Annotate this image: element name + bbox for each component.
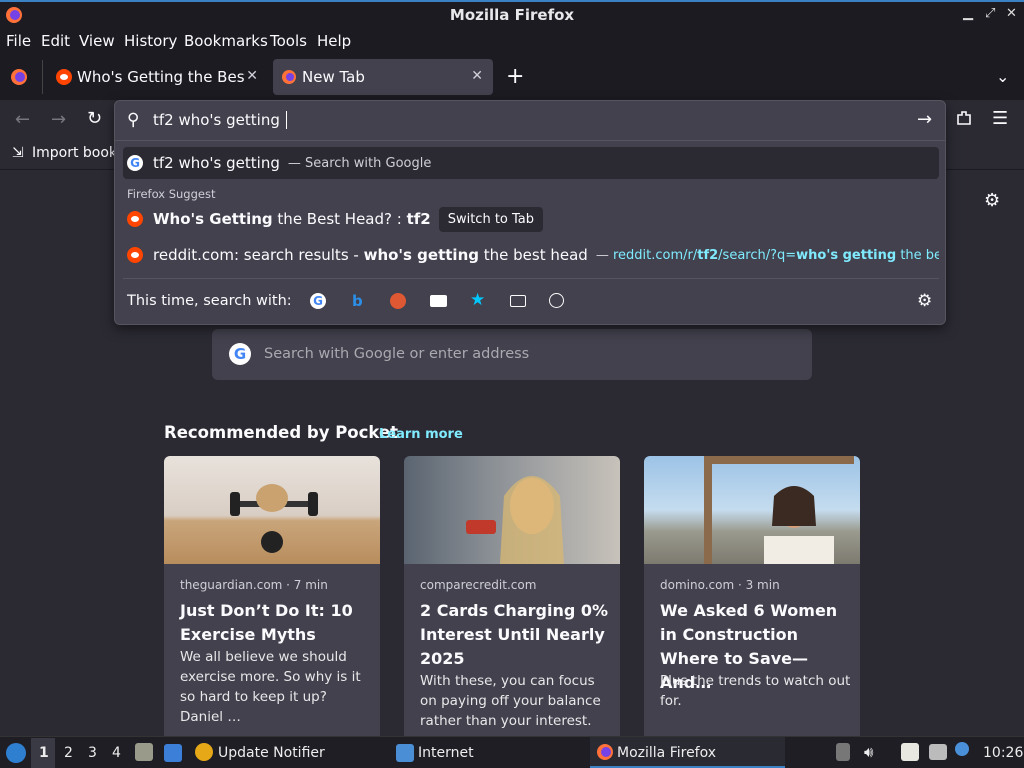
taskbar-app-firefox[interactable]: Mozilla Firefox [617,745,716,761]
menu-edit[interactable]: Edit [41,32,70,50]
card-image [644,456,860,564]
reddit-icon [127,247,143,263]
suggestion-hint: — Search with Google [287,155,432,171]
pocket-card[interactable]: comparecredit.com 2 Cards Charging 0% In… [404,456,620,746]
firefox-tab-icon [281,69,297,85]
extensions-puzzle-icon[interactable] [955,109,973,127]
menu-help[interactable]: Help [317,32,351,50]
card-source: comparecredit.com [420,578,537,592]
close-window-icon[interactable]: ✕ [1006,6,1017,21]
menu-history[interactable]: History [124,32,177,50]
close-tab-icon[interactable]: ✕ [471,68,483,84]
reddit-icon [127,211,143,227]
switch-to-tab-badge[interactable]: Switch to Tab [438,206,544,232]
urlbar-dropdown: ⚲ tf2 who's getting → G tf2 who's gettin… [114,100,946,325]
pocket-card[interactable]: domino.com · 3 min We Asked 6 Women in C… [644,456,860,746]
tray-up-icon[interactable] [836,743,850,761]
maximize-icon[interactable]: ⤢ [985,6,995,21]
workspace-2[interactable]: 2 [64,745,73,761]
import-bookmarks-link[interactable]: Import book [32,145,117,161]
start-menu-icon[interactable] [6,743,26,763]
menu-bar: File Edit View History Bookmarks Tools H… [0,28,1024,54]
workspace-1[interactable]: 1 [39,745,49,761]
menu-bookmarks[interactable]: Bookmarks [184,32,268,50]
suggestion-url: — reddit.com/r/tf2/search/?q=who's getti… [595,247,939,263]
history-clock-icon[interactable] [549,293,564,308]
tab-label: Who's Getting the Best H [77,68,245,86]
menu-view[interactable]: View [79,32,115,50]
suggestion-text: Who's Getting the Best Head? : tf2 [153,210,431,228]
clock: 10:26 [983,745,1024,761]
show-desktop-icon[interactable] [164,744,182,762]
bing-engine-icon[interactable]: b [352,292,363,310]
tab-reddit[interactable]: Who's Getting the Best H ✕ [48,59,268,95]
card-excerpt: Plus the trends to watch out for. [660,673,851,709]
card-image [404,456,620,564]
card-source: domino.com · 3 min [660,578,780,592]
volume-icon[interactable]: 🔊︎ [864,743,873,761]
minimize-icon[interactable]: ▁ [963,6,973,21]
list-all-tabs-chevron-icon[interactable]: ⌄ [996,67,1009,86]
import-bookmarks-icon: ⇲ [12,145,24,161]
bookmarks-search-star-icon[interactable]: ★ [470,290,485,310]
search-settings-gear-icon[interactable]: ⚙ [917,291,932,311]
forward-arrow-icon[interactable]: → [51,109,66,130]
notification-icon[interactable] [955,742,969,756]
suggestion-switch-tab[interactable]: Who's Getting the Best Head? : tf2 Switc… [123,203,939,235]
workspace-4[interactable]: 4 [112,745,121,761]
menu-tools[interactable]: Tools [270,32,307,50]
title-bar: Mozilla Firefox ▁ ⤢ ✕ [0,0,1024,28]
google-engine-icon[interactable]: G [310,293,326,309]
taskbar-app-update-notifier[interactable]: Update Notifier [218,745,325,761]
menu-file[interactable]: File [6,32,31,50]
tabs-search-icon[interactable] [510,295,526,307]
file-manager-icon[interactable] [135,743,153,761]
reload-icon[interactable]: ↻ [87,108,102,129]
window-title: Mozilla Firefox [449,6,575,24]
firefox-suggest-label: Firefox Suggest [127,187,216,201]
hamburger-menu-icon[interactable]: ☰ [992,108,1008,129]
suggestion-text: reddit.com: search results - who's getti… [153,246,588,264]
card-title: 2 Cards Charging 0% Interest Until Nearl… [420,601,609,668]
taskbar-app-internet[interactable]: Internet [418,745,474,761]
ebay-engine-icon[interactable] [430,295,447,307]
search-box[interactable]: G Search with Google or enter address [212,329,812,380]
clipboard-icon[interactable] [901,743,919,761]
card-source: theguardian.com · 7 min [180,578,328,592]
page-settings-gear-icon[interactable]: ⚙ [984,190,1000,211]
firefox-view-icon[interactable] [10,68,28,86]
go-arrow-icon[interactable]: → [917,109,932,130]
workspace-3[interactable]: 3 [88,745,97,761]
card-title: Just Don’t Do It: 10 Exercise Myths [180,601,353,644]
reddit-icon [56,69,72,85]
search-magnifier-icon: ⚲ [127,110,140,130]
close-tab-icon[interactable]: ✕ [246,68,258,84]
tab-new-tab[interactable]: New Tab ✕ [273,59,493,95]
back-arrow-icon[interactable]: ← [15,109,30,130]
duckduckgo-engine-icon[interactable] [390,293,406,309]
google-icon: G [127,155,143,171]
search-placeholder: Search with Google or enter address [264,346,530,362]
internet-folder-icon [396,744,414,762]
suggestion-google-search[interactable]: G tf2 who's getting — Search with Google [123,147,939,179]
card-excerpt: With these, you can focus on paying off … [420,673,601,729]
update-notifier-icon [195,743,213,761]
tab-bar: Who's Getting the Best H ✕ New Tab ✕ + ⌄ [0,54,1024,100]
firefox-taskbar-icon [596,743,614,761]
tab-label: New Tab [302,68,365,86]
pocket-heading: Recommended by Pocket [164,423,399,442]
taskbar: 1 2 3 4 Update Notifier Internet Mozilla… [0,736,1024,768]
suggestion-reddit-search[interactable]: reddit.com: search results - who's getti… [123,239,939,271]
google-icon: G [229,343,251,365]
learn-more-link[interactable]: Learn more [379,427,463,442]
suggestion-text: tf2 who's getting [153,154,280,172]
network-icon[interactable] [929,744,947,760]
url-input[interactable]: tf2 who's getting [153,111,287,129]
search-with-label: This time, search with: [127,293,292,309]
card-excerpt: We all believe we should exercise more. … [180,649,361,725]
new-tab-plus-icon[interactable]: + [506,64,524,89]
pocket-card[interactable]: theguardian.com · 7 min Just Don’t Do It… [164,456,380,746]
card-image [164,456,380,564]
